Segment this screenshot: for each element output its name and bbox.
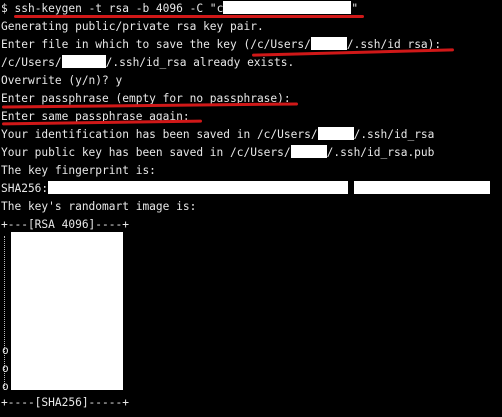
terminal-window[interactable]: $ ssh-keygen -t rsa -b 4096 -C "c " Gener…	[0, 0, 502, 417]
randomart-body: o o o	[1, 232, 502, 394]
output-randomart-label: The key's randomart image is:	[1, 200, 197, 213]
redacted-username	[290, 145, 327, 158]
redacted-email	[223, 1, 352, 14]
redacted-username	[310, 37, 347, 50]
pub-prefix: Your public key has been saved in /c/Use…	[1, 146, 291, 159]
exists-prefix: /c/Users/	[1, 56, 62, 69]
ident-prefix: Your identification has been saved in /c…	[1, 128, 318, 141]
output-fingerprint-label: The key fingerprint is:	[1, 164, 156, 177]
redacted-username	[61, 55, 106, 68]
ident-suffix: /.ssh/id_rsa	[353, 128, 435, 141]
command-quote-close: "	[351, 2, 359, 15]
pub-suffix: /.ssh/id_rsa.pub	[326, 146, 435, 159]
output-public-key-saved: Your public key has been saved in /c/Use…	[1, 144, 502, 162]
command-text: ssh-keygen -t rsa -b 4096 -C "	[14, 2, 217, 15]
redacted-username	[317, 127, 354, 140]
randomart-bottom-border: +----[SHA256]-----+	[1, 396, 129, 409]
annotation-underline-command	[14, 15, 364, 18]
output-generating: Generating public/private rsa key pair.	[1, 20, 264, 33]
output-overwrite: Overwrite (y/n)? y	[1, 74, 123, 87]
exists-suffix: /.ssh/id_rsa already exists.	[105, 56, 295, 69]
output-sha256: SHA256:	[1, 180, 502, 198]
output-already-exists: /c/Users/ /.ssh/id_rsa already exists.	[1, 54, 502, 72]
email-partial: c	[216, 2, 224, 15]
randomart-char: o	[2, 362, 9, 375]
prompt: $	[1, 2, 15, 15]
redacted-fingerprint-comment	[354, 181, 491, 194]
redacted-fingerprint	[48, 181, 349, 194]
sha-label: SHA256:	[1, 182, 49, 195]
enter-file-text: Enter file in which to save the key (/c/…	[1, 38, 311, 51]
output-identification-saved: Your identification has been saved in /c…	[1, 126, 502, 144]
randomart-char: o	[2, 344, 9, 357]
redacted-randomart	[11, 232, 123, 390]
